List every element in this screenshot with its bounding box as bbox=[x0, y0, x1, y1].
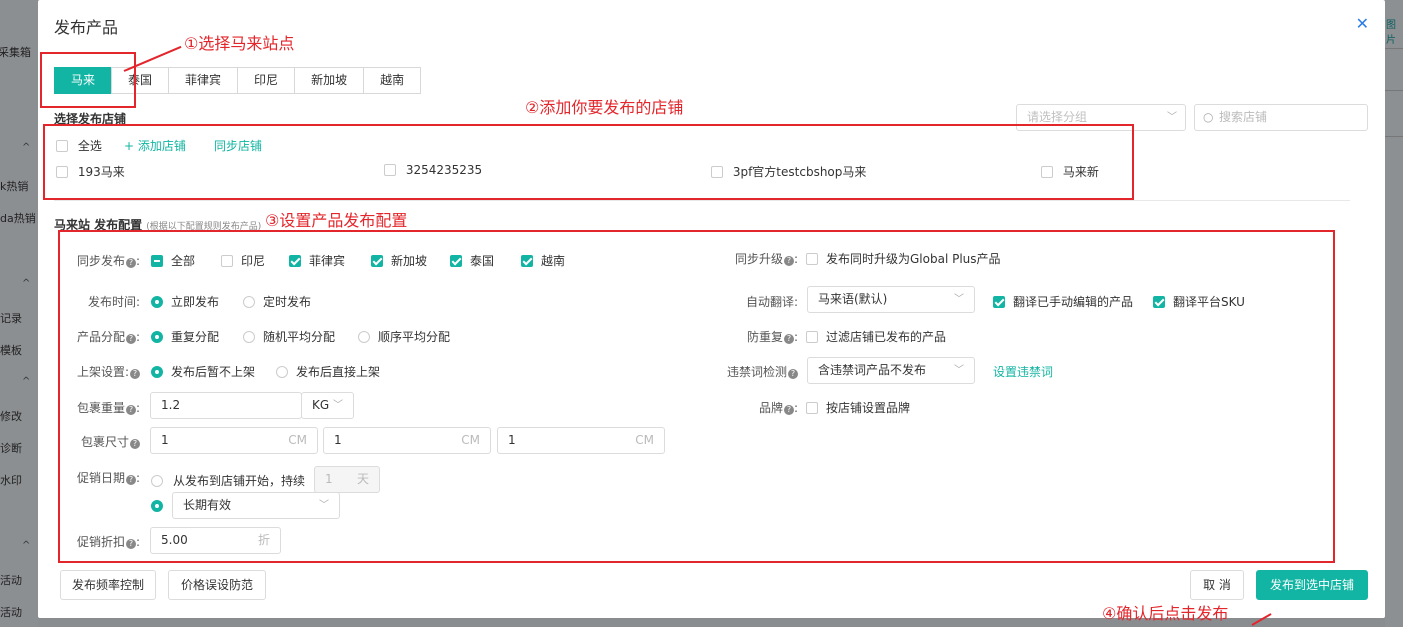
bg-sidebar-item: da热销 bbox=[0, 212, 36, 225]
bg-sidebar-item: 修改 bbox=[0, 410, 22, 423]
divider bbox=[1385, 136, 1403, 137]
annotation-step1: ①选择马来站点 bbox=[184, 34, 295, 53]
tab-singapore[interactable]: 新加坡 bbox=[294, 67, 365, 94]
annotation-step3: ③设置产品发布配置 bbox=[265, 211, 408, 230]
bg-sidebar-item: 诊断 bbox=[0, 442, 22, 455]
chevron-down-icon: ﹀ bbox=[1167, 112, 1177, 123]
search-icon: ○ bbox=[1203, 110, 1214, 124]
divider bbox=[54, 200, 1350, 201]
annotation-box-step2 bbox=[43, 124, 1134, 200]
chevron-up-icon: ^ bbox=[22, 376, 31, 387]
tab-indonesia[interactable]: 印尼 bbox=[237, 67, 296, 94]
bg-sidebar-item: 记录 bbox=[0, 312, 22, 325]
price-guard-button[interactable]: 价格误设防范 bbox=[168, 570, 266, 600]
annotation-box-step3 bbox=[58, 230, 1335, 563]
group-select-placeholder: 请选择分组 bbox=[1027, 110, 1088, 124]
chevron-up-icon: ^ bbox=[22, 278, 31, 289]
bg-right-text: 图片 bbox=[1386, 20, 1396, 46]
shop-search-input[interactable]: ○ 搜索店铺 bbox=[1194, 104, 1368, 131]
close-icon[interactable]: ✕ bbox=[1356, 14, 1369, 33]
background-right-panel bbox=[1385, 0, 1403, 627]
background-sidebar: 采集箱 ^ k热销 da热销 ^ 记录 模板 ^ 修改 诊断 水印 ^ 活动 活… bbox=[0, 0, 38, 627]
annotation-step4: ④确认后点击发布 bbox=[1102, 604, 1229, 623]
shop-search-placeholder: 搜索店铺 bbox=[1219, 110, 1268, 124]
modal-title: 发布产品 bbox=[54, 18, 119, 37]
bg-sidebar-item: k热销 bbox=[0, 180, 29, 193]
cancel-button[interactable]: 取 消 bbox=[1190, 570, 1244, 600]
bg-sidebar-item: 采集箱 bbox=[0, 46, 31, 59]
bg-sidebar-item: 活动 bbox=[0, 574, 22, 587]
chevron-up-icon: ^ bbox=[22, 540, 31, 551]
divider bbox=[1385, 90, 1403, 91]
bg-sidebar-item: 活动 bbox=[0, 606, 22, 619]
chevron-up-icon: ^ bbox=[22, 142, 31, 153]
publish-button[interactable]: 发布到选中店铺 bbox=[1256, 570, 1368, 600]
bg-sidebar-item: 模板 bbox=[0, 344, 22, 357]
tab-vietnam[interactable]: 越南 bbox=[363, 67, 422, 94]
rate-control-button[interactable]: 发布频率控制 bbox=[60, 570, 156, 600]
tab-philippines[interactable]: 菲律宾 bbox=[168, 67, 239, 94]
annotation-box-step1 bbox=[40, 52, 136, 108]
annotation-step2: ②添加你要发布的店铺 bbox=[525, 98, 684, 117]
bg-sidebar-item: 水印 bbox=[0, 474, 22, 487]
divider bbox=[1385, 48, 1403, 49]
